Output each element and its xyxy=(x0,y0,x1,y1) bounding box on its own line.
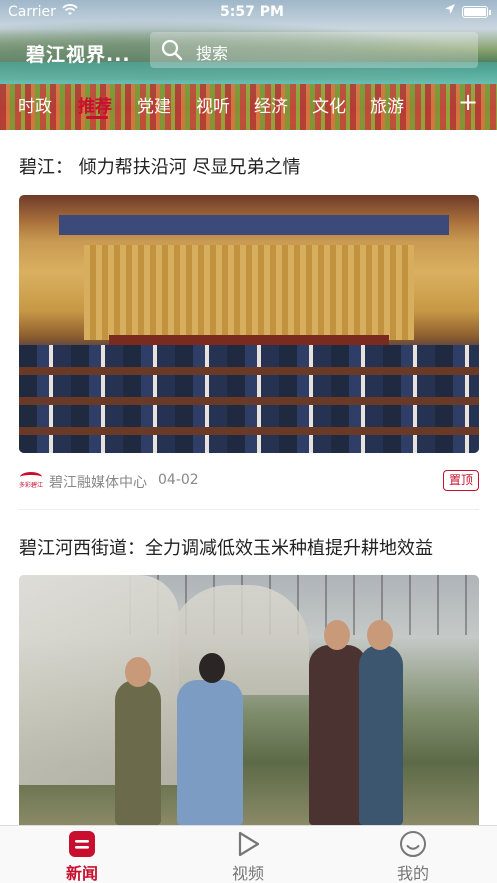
active-tab-indicator xyxy=(86,116,108,119)
wifi-icon xyxy=(62,3,78,21)
bottom-tab-bar: 新闻 视频 我的 xyxy=(0,825,497,883)
article-meta: 多彩碧江 碧江融媒体中心 04-02 置顶 xyxy=(19,470,479,492)
tab-jingji[interactable]: 经济 xyxy=(254,92,288,117)
tab-dangjian[interactable]: 党建 xyxy=(137,92,171,117)
person-figure xyxy=(177,680,243,825)
person-figure xyxy=(115,680,161,825)
person-head xyxy=(199,653,225,683)
clock-time: 5:57 PM xyxy=(220,4,284,20)
pinned-badge: 置顶 xyxy=(443,470,479,491)
stage-curtain xyxy=(84,245,414,340)
audience-row xyxy=(19,375,479,397)
smiley-face-icon xyxy=(399,830,427,858)
add-channel-button[interactable]: + xyxy=(458,88,478,116)
banner-decoration xyxy=(59,215,449,235)
search-input[interactable]: 搜索 xyxy=(150,32,478,68)
tab-mine[interactable]: 我的 xyxy=(368,826,458,883)
greenhouse-field-photo[interactable] xyxy=(19,575,479,825)
tab-shiting[interactable]: 视听 xyxy=(196,92,230,117)
header: Carrier 5:57 PM 碧江视界... 搜索 时政 推荐 党建 视听 经 xyxy=(0,0,497,130)
desk-row xyxy=(19,397,479,405)
carrier-label: Carrier xyxy=(8,4,56,20)
tab-video-label: 视频 xyxy=(231,864,264,883)
tab-mine-label: 我的 xyxy=(396,864,429,883)
tab-video[interactable]: 视频 xyxy=(203,826,293,883)
audience-row xyxy=(19,405,479,427)
person-head xyxy=(125,657,151,687)
person-figure xyxy=(359,645,403,825)
article-title[interactable]: 碧江： 倾力帮扶沿河 尽显兄弟之情 xyxy=(19,153,300,179)
app-title: 碧江视界... xyxy=(26,44,131,66)
location-arrow-icon xyxy=(444,3,456,19)
desk-row xyxy=(19,367,479,375)
tab-wenhua[interactable]: 文化 xyxy=(312,92,346,117)
meeting-hall-photo[interactable] xyxy=(19,195,479,453)
news-icon xyxy=(68,830,96,858)
source-logo: 多彩碧江 xyxy=(19,472,43,490)
article-source: 碧江融媒体中心 xyxy=(49,475,147,491)
person-head xyxy=(324,620,350,650)
search-icon xyxy=(160,38,184,62)
play-icon xyxy=(234,830,262,858)
desk-row xyxy=(19,427,479,435)
article-date: 04-02 xyxy=(158,472,199,488)
divider xyxy=(19,509,479,510)
channel-tabs: 时政 推荐 党建 视听 经济 文化 旅游 + xyxy=(0,88,497,120)
tab-news[interactable]: 新闻 xyxy=(37,826,127,883)
tab-tuijian[interactable]: 推荐 xyxy=(78,92,112,117)
tab-lvyou[interactable]: 旅游 xyxy=(370,92,404,117)
audience-row xyxy=(19,345,479,367)
battery-icon xyxy=(462,6,491,18)
tab-news-label: 新闻 xyxy=(65,864,98,883)
greenhouse-tent xyxy=(169,585,309,695)
search-placeholder: 搜索 xyxy=(196,44,229,63)
person-head xyxy=(367,620,393,650)
article-title[interactable]: 碧江河西街道：全力调减低效玉米种植提升耕地效益 xyxy=(19,534,433,560)
audience-row xyxy=(19,435,479,453)
status-bar: Carrier 5:57 PM xyxy=(0,0,497,26)
source-logo-text: 多彩碧江 xyxy=(19,482,44,489)
tab-shizheng[interactable]: 时政 xyxy=(18,92,52,117)
